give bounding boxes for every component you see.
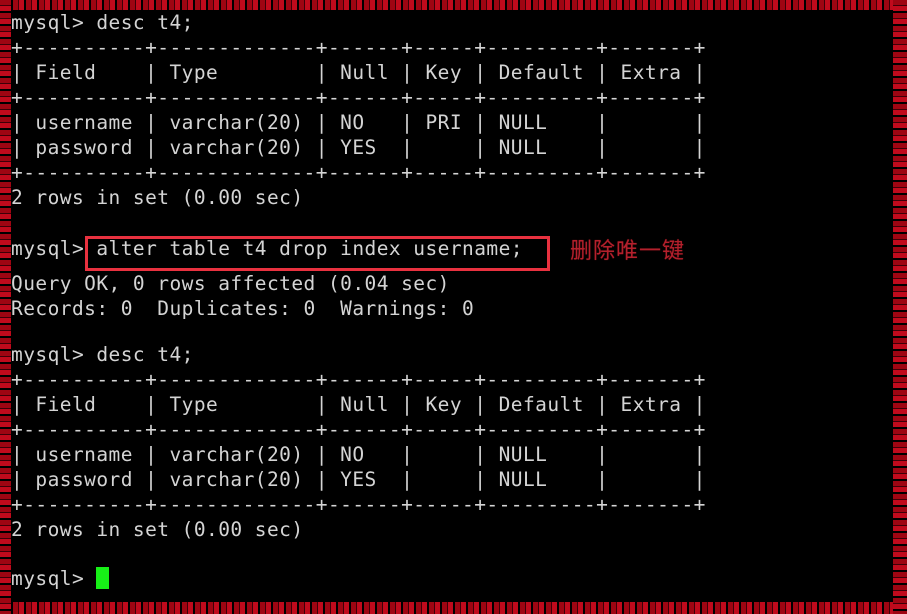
terminal-line: +----------+-------------+------+-----+-… <box>11 418 706 441</box>
decorative-frame-bottom <box>0 602 907 614</box>
decorative-frame-top <box>0 0 907 10</box>
terminal-cursor <box>96 567 109 589</box>
mysql-console-output[interactable]: mysql> desc t4; +----------+------------… <box>11 10 893 602</box>
terminal-line: Records: 0 Duplicates: 0 Warnings: 0 <box>11 297 475 320</box>
terminal-line: +----------+-------------+------+-----+-… <box>11 493 706 516</box>
terminal-line: | Field | Type | Null | Key | Default | … <box>11 393 706 416</box>
annotation-label: 删除唯一键 <box>570 239 686 264</box>
terminal-line: +----------+-------------+------+-----+-… <box>11 86 706 109</box>
command-highlight-box <box>85 236 550 271</box>
terminal-line: | username | varchar(20) | NO | | NULL |… <box>11 443 706 466</box>
terminal-line: mysql> desc t4; <box>11 11 194 34</box>
terminal-line: +----------+-------------+------+-----+-… <box>11 36 706 59</box>
decorative-frame-left <box>0 0 11 614</box>
terminal-line: | password | varchar(20) | YES | | NULL … <box>11 136 706 159</box>
terminal-screenshot: mysql> desc t4; +----------+------------… <box>0 0 907 614</box>
decorative-frame-right <box>893 0 907 614</box>
terminal-line: | username | varchar(20) | NO | PRI | NU… <box>11 111 706 134</box>
terminal-line: 2 rows in set (0.00 sec) <box>11 186 304 209</box>
terminal-line: 2 rows in set (0.00 sec) <box>11 518 304 541</box>
terminal-line: +----------+-------------+------+-----+-… <box>11 368 706 391</box>
terminal-line: mysql> desc t4; <box>11 343 194 366</box>
terminal-line: | password | varchar(20) | YES | | NULL … <box>11 468 706 491</box>
terminal-prompt-active: mysql> <box>11 567 97 590</box>
terminal-line: | Field | Type | Null | Key | Default | … <box>11 61 706 84</box>
terminal-line: Query OK, 0 rows affected (0.04 sec) <box>11 272 450 295</box>
terminal-line: +----------+-------------+------+-----+-… <box>11 161 706 184</box>
